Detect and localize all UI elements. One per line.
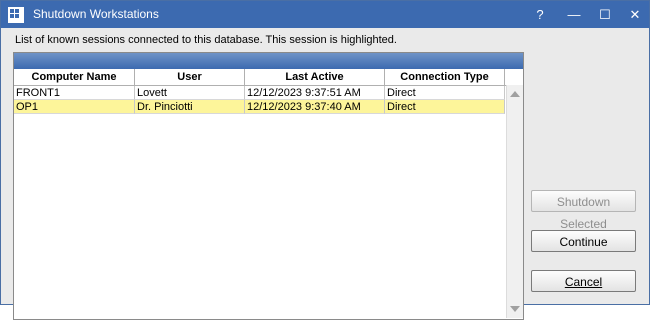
close-button[interactable]: ✕	[620, 1, 650, 28]
cell-connection-type: Direct	[385, 86, 505, 100]
cancel-button[interactable]: Cancel	[531, 270, 636, 292]
column-header-last-active[interactable]: Last Active	[245, 69, 385, 85]
window-title: Shutdown Workstations	[33, 7, 159, 21]
vertical-scrollbar[interactable]	[506, 85, 523, 318]
shutdown-workstations-window: Shutdown Workstations ? — ☐ ✕ List of kn…	[0, 0, 650, 320]
cell-computer-name: FRONT1	[14, 86, 135, 100]
title-bar[interactable]: Shutdown Workstations ? — ☐ ✕	[1, 1, 649, 28]
scroll-down-arrow-icon[interactable]	[510, 306, 520, 312]
column-header-computer-name[interactable]: Computer Name	[14, 69, 135, 85]
cell-last-active: 12/12/2023 9:37:40 AM	[245, 100, 385, 114]
dialog-content: List of known sessions connected to this…	[1, 28, 649, 320]
scroll-up-arrow-icon[interactable]	[510, 91, 520, 97]
help-button[interactable]: ?	[525, 1, 555, 28]
cell-computer-name: OP1	[14, 100, 135, 114]
column-header-user[interactable]: User	[135, 69, 245, 85]
maximize-button[interactable]: ☐	[590, 1, 620, 28]
cell-last-active: 12/12/2023 9:37:51 AM	[245, 86, 385, 100]
shutdown-selected-button[interactable]: Shutdown Selected	[531, 190, 636, 231]
cell-user: Dr. Pinciotti	[135, 100, 245, 114]
table-row[interactable]: FRONT1 Lovett 12/12/2023 9:37:51 AM Dire…	[14, 86, 505, 100]
table-row-highlighted[interactable]: OP1 Dr. Pinciotti 12/12/2023 9:37:40 AM …	[14, 100, 505, 114]
cell-user: Lovett	[135, 86, 245, 100]
continue-button[interactable]: Continue	[531, 230, 636, 252]
grid-header: Computer Name User Last Active Connectio…	[14, 69, 523, 86]
cell-connection-type: Direct	[385, 100, 505, 114]
minimize-button[interactable]: —	[559, 1, 589, 28]
cancel-button-label: Cancel	[564, 275, 603, 289]
app-icon	[8, 7, 24, 23]
description-text: List of known sessions connected to this…	[15, 34, 397, 46]
grid-title-bar	[14, 53, 523, 69]
column-header-connection-type[interactable]: Connection Type	[385, 69, 505, 85]
sessions-grid: Computer Name User Last Active Connectio…	[13, 52, 524, 320]
